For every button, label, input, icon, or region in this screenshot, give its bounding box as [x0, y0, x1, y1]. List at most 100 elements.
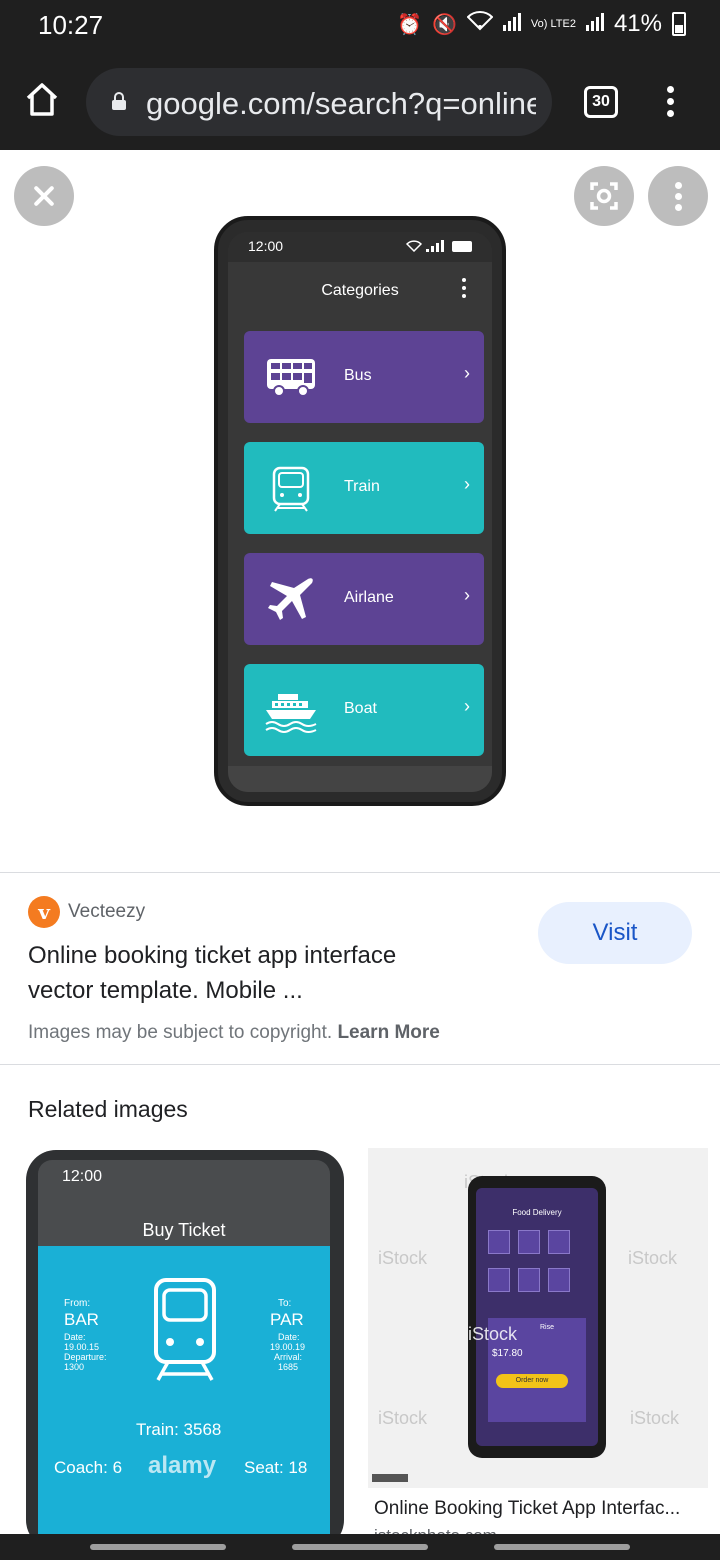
- mock-screen: 12:00 Categories Bus › Train › Airlane ›…: [228, 232, 492, 792]
- copyright-notice: Images may be subject to copyright. Lear…: [28, 1022, 440, 1044]
- related-image-2-title[interactable]: Online Booking Ticket App Interfac...: [374, 1498, 704, 1520]
- nav-pill[interactable]: [90, 1544, 226, 1550]
- network-label: Vo) LTE2: [530, 17, 576, 30]
- watermark: iStock: [378, 1408, 428, 1428]
- credit-bar: [372, 1474, 408, 1482]
- mock-title: Categories: [321, 282, 399, 299]
- browser-menu-button[interactable]: [660, 82, 680, 122]
- to-value: PAR: [270, 1310, 304, 1329]
- chevron-right-icon: ›: [464, 696, 470, 716]
- url-text: google.com/search?q=online: [146, 86, 536, 121]
- train-number: Train: 3568: [136, 1420, 222, 1439]
- home-icon: [26, 83, 58, 116]
- close-viewer-button[interactable]: [14, 166, 74, 226]
- wifi-icon: [466, 11, 494, 37]
- train-icon: [272, 466, 310, 512]
- status-icons: ⏰ 🔇 Vo) LTE2 41%: [397, 10, 686, 38]
- date-right-label: Date:: [278, 1332, 300, 1342]
- browser-toolbar: google.com/search?q=online 30: [0, 52, 720, 150]
- watermark: iStock: [628, 1248, 678, 1268]
- date-right-value: 19.00.19: [270, 1342, 306, 1352]
- battery-percent: 41%: [613, 10, 662, 37]
- learn-more-link[interactable]: Learn More: [337, 1022, 439, 1043]
- food-price: $17.80: [492, 1348, 523, 1359]
- image-title-line-1: Online booking ticket app interface: [28, 942, 397, 969]
- divider: [0, 1064, 720, 1065]
- date-label: Date:: [64, 1332, 86, 1342]
- category-label: Train: [344, 478, 380, 495]
- image-title-line-2: vector template. Mobile ...: [28, 977, 303, 1004]
- mock-header: Categories: [228, 262, 492, 324]
- watermark: iStock: [630, 1408, 680, 1428]
- order-now-button: Order now: [496, 1374, 568, 1388]
- lens-button[interactable]: [574, 166, 634, 226]
- from-value: BAR: [64, 1310, 99, 1329]
- mock-nav-bar: [228, 766, 492, 792]
- arrival-label: Arrival:: [274, 1352, 303, 1362]
- coach-number: Coach: 6: [54, 1458, 123, 1477]
- thumb-screen: 12:00 Buy Ticket From: BAR Date: 19.00.1…: [38, 1160, 330, 1538]
- status-time: 10:27: [38, 10, 104, 40]
- food-item-name: Rise: [540, 1324, 555, 1331]
- chevron-right-icon: ›: [464, 585, 470, 605]
- watermark: iStock: [378, 1248, 428, 1268]
- boat-icon: [265, 694, 317, 733]
- more-options-button[interactable]: [648, 166, 708, 226]
- home-button[interactable]: [22, 80, 62, 120]
- source-logo: v: [28, 896, 60, 928]
- divider: [0, 872, 720, 873]
- departure-value: 1300: [64, 1362, 85, 1372]
- category-boat: Boat ›: [244, 664, 484, 756]
- chevron-right-icon: ›: [464, 363, 470, 383]
- ticket-body: From: BAR Date: 19.00.15 Departure: 1300…: [38, 1246, 330, 1538]
- image-viewer: 12:00 Categories Bus › Train › Airlane ›…: [0, 152, 720, 872]
- related-image-2[interactable]: iStock iStock iStock iStock iStock Food …: [368, 1148, 708, 1488]
- alarm-icon: ⏰: [397, 13, 422, 36]
- mock-kebab-icon: [462, 278, 468, 302]
- tab-switcher-button[interactable]: 30: [584, 86, 618, 118]
- signal-icon-2: [585, 11, 604, 37]
- lens-icon: [590, 182, 618, 210]
- bus-icon: [267, 359, 315, 397]
- mock-time: 12:00: [248, 238, 284, 254]
- battery-icon: [672, 12, 686, 36]
- watermark: alamy: [148, 1452, 217, 1479]
- airplane-icon: [268, 578, 313, 620]
- copyright-text: Images may be subject to copyright.: [28, 1022, 333, 1043]
- signal-icon: [502, 11, 521, 37]
- thumb-screen-title: Buy Ticket: [142, 1220, 226, 1240]
- seat-number: Seat: 18: [244, 1458, 308, 1477]
- thumb-screen: Food Delivery Rise $17.80 Order now: [476, 1188, 598, 1446]
- category-label: Airlane: [344, 589, 394, 606]
- lock-icon: [112, 92, 126, 110]
- url-bar[interactable]: google.com/search?q=online: [86, 68, 552, 136]
- thumb-phone: Food Delivery Rise $17.80 Order now: [468, 1176, 606, 1458]
- nav-pill[interactable]: [494, 1544, 630, 1550]
- mock-signal-icon: [426, 240, 448, 252]
- arrival-value: 1685: [278, 1362, 299, 1372]
- thumb-screen-title: Food Delivery: [512, 1208, 562, 1217]
- thumb-time: 12:00: [62, 1168, 103, 1185]
- mock-wifi-icon: [406, 240, 422, 252]
- category-train: Train ›: [244, 442, 484, 534]
- source-name[interactable]: Vecteezy: [68, 901, 145, 923]
- related-images-heading: Related images: [28, 1096, 188, 1122]
- preview-phone-image[interactable]: 12:00 Categories Bus › Train › Airlane ›…: [214, 216, 506, 806]
- to-label: To:: [278, 1298, 292, 1309]
- nav-pill[interactable]: [292, 1544, 428, 1550]
- category-label: Bus: [344, 367, 372, 384]
- related-image-1[interactable]: 12:00 Buy Ticket From: BAR Date: 19.00.1…: [14, 1148, 354, 1538]
- departure-label: Departure:: [64, 1352, 107, 1362]
- status-bar: 10:27 ⏰ 🔇 Vo) LTE2 41%: [0, 0, 720, 52]
- image-title[interactable]: Online booking ticket app interface vect…: [28, 938, 498, 1008]
- category-label: Boat: [344, 700, 377, 717]
- mute-icon: 🔇: [432, 13, 457, 36]
- category-airplane: Airlane ›: [244, 553, 484, 645]
- from-label: From:: [64, 1298, 91, 1309]
- visit-button[interactable]: Visit: [538, 902, 692, 964]
- mock-battery-icon: [452, 240, 472, 252]
- category-bus: Bus ›: [244, 331, 484, 423]
- train-icon: [154, 1278, 216, 1381]
- date-value: 19.00.15: [64, 1342, 100, 1352]
- system-nav-bar: [0, 1534, 720, 1560]
